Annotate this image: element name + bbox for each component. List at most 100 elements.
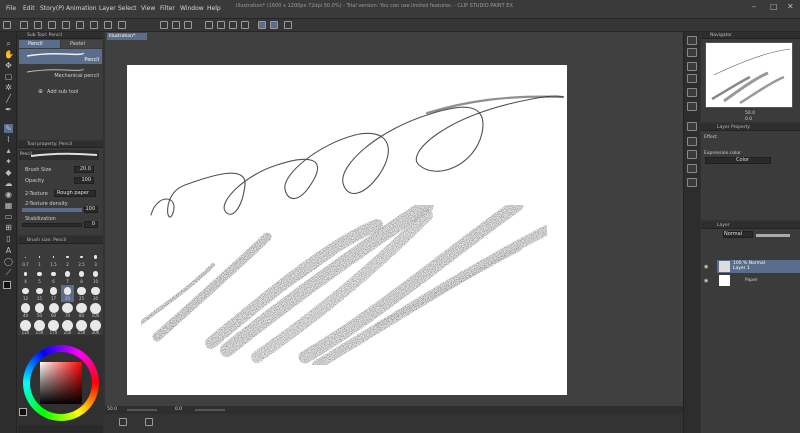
brush-size-option[interactable]: 6 (47, 268, 60, 285)
copy-icon[interactable] (62, 21, 70, 29)
brush-size-option[interactable]: 20 (61, 285, 74, 302)
pen-icon[interactable]: ✒ (4, 105, 13, 114)
hand-icon[interactable]: ✋ (4, 50, 14, 59)
rotate-readout[interactable]: 0.0 (175, 407, 182, 412)
brush-size-option[interactable]: 0.7 (19, 251, 32, 268)
opacity-field[interactable]: 100 (74, 177, 94, 184)
rotate-icon[interactable] (184, 21, 192, 29)
figure-icon[interactable]: ▭ (4, 212, 13, 221)
brush-size-option[interactable]: 5 (33, 268, 46, 285)
layout-icon[interactable] (145, 418, 153, 426)
eye-icon-paper[interactable]: ◉ (704, 278, 708, 284)
gradient-icon[interactable]: ▦ (4, 201, 13, 210)
saturation-value-square[interactable] (40, 362, 82, 404)
cut-icon[interactable] (90, 21, 98, 29)
eraser-icon[interactable]: ◆ (4, 168, 13, 177)
brush-size-option[interactable]: 17 (47, 285, 60, 302)
invert-icon[interactable] (229, 21, 237, 29)
menu-view[interactable]: View (141, 5, 155, 12)
clear-icon[interactable] (104, 21, 112, 29)
brush-icon[interactable]: ⌇ (4, 135, 13, 144)
brush-size-option[interactable]: 2 (61, 251, 74, 268)
brush-size-option[interactable]: 40 (19, 302, 32, 319)
brush-size-option[interactable]: 60 (47, 302, 60, 319)
rotate-slider[interactable] (195, 409, 225, 411)
stabilization-field[interactable]: 0 (84, 221, 98, 228)
frame-icon[interactable]: ⊞ (4, 223, 13, 232)
brush-size-option[interactable]: 7 (61, 268, 74, 285)
brush-size-option[interactable]: 1 (33, 251, 46, 268)
blend-mode-select[interactable]: Normal (723, 231, 753, 238)
save-icon[interactable] (48, 21, 56, 29)
navigator-preview[interactable] (705, 42, 793, 108)
navigator-zoom[interactable]: 50.0 (745, 111, 755, 116)
layer-row-paper[interactable]: Paper (717, 274, 800, 287)
brush-size-option[interactable]: 4 (19, 268, 32, 285)
crop-icon[interactable] (241, 21, 249, 29)
deselect-icon[interactable] (217, 21, 225, 29)
brush-size-option[interactable]: 1.5 (47, 251, 60, 268)
brush-size-option[interactable]: 30 (89, 285, 102, 302)
texture-density-field[interactable]: 100 (84, 206, 98, 213)
close-icon[interactable]: ✕ (787, 2, 794, 11)
panel-e-icon[interactable] (687, 178, 697, 187)
move-icon[interactable]: ✥ (4, 61, 13, 70)
eyedropper-icon[interactable]: ╱ (4, 94, 13, 103)
brush-size-option[interactable]: 170 (47, 319, 60, 336)
magic-wand-icon[interactable]: ✲ (4, 83, 13, 92)
brush-size-option[interactable]: 50 (33, 302, 46, 319)
color-main-swatch[interactable] (19, 408, 27, 416)
menu-story[interactable]: Story(P) (40, 5, 64, 12)
brush-size-option[interactable]: 300 (89, 319, 102, 336)
balloon-icon[interactable]: ◯ (4, 257, 13, 266)
snap-special-icon[interactable] (270, 21, 278, 29)
minimize-icon[interactable]: – (752, 2, 756, 11)
material-icon[interactable] (687, 62, 697, 71)
blend-icon[interactable]: ☁ (4, 179, 13, 188)
menu-help[interactable]: Help (207, 5, 221, 12)
transform-icon[interactable] (205, 21, 213, 29)
text-icon[interactable]: A (4, 246, 13, 255)
menu-window[interactable]: Window (180, 5, 204, 12)
correct-line-icon[interactable]: ⟋ (4, 268, 13, 277)
menu-layer[interactable]: Layer (99, 5, 116, 12)
panel-b-icon[interactable] (687, 137, 697, 146)
brush-size-option[interactable]: 80 (75, 302, 88, 319)
brush-size-option[interactable]: 2.5 (75, 251, 88, 268)
add-sub-tool-button[interactable]: ⊕ Add sub tool (38, 88, 98, 96)
tab-pastel[interactable]: Pastel (61, 40, 102, 48)
texture-select[interactable]: Rough paper (54, 190, 96, 197)
layer-opacity-slider[interactable] (756, 234, 790, 237)
brush-size-option[interactable]: 10 (89, 268, 102, 285)
main-color-swatch[interactable] (3, 281, 11, 289)
zoom-slider[interactable] (127, 409, 157, 411)
sub-tool-item-pencil[interactable]: Pencil (19, 49, 102, 64)
tab-pencil[interactable]: Pencil (19, 40, 60, 48)
brush-size-option[interactable]: 15 (33, 285, 46, 302)
menu-select[interactable]: Select (118, 5, 137, 12)
zoom-readout[interactable]: 50.0 (107, 407, 117, 412)
snap-ruler-icon[interactable] (258, 21, 266, 29)
expression-color-select[interactable]: Color (705, 157, 771, 164)
maximize-icon[interactable]: □ (770, 2, 778, 11)
brush-size-option[interactable]: 150 (33, 319, 46, 336)
brush-size-option[interactable]: 25 (75, 285, 88, 302)
panel-c-icon[interactable] (687, 150, 697, 159)
menu-file[interactable]: File (6, 5, 16, 12)
snap-grid-icon[interactable] (284, 21, 292, 29)
search-icon[interactable] (687, 36, 697, 45)
brush-size-option[interactable]: 250 (75, 319, 88, 336)
texture-density-slider[interactable] (22, 208, 82, 212)
fit-icon[interactable] (119, 418, 127, 426)
brush-size-option[interactable]: 120 (19, 319, 32, 336)
brush-size-field[interactable]: 20.0 (74, 166, 94, 173)
airbrush-icon[interactable]: ▴ (4, 146, 13, 155)
fill-icon[interactable] (118, 21, 126, 29)
reset-icon[interactable] (687, 48, 697, 57)
paste-icon[interactable] (76, 21, 84, 29)
canvas-tab[interactable]: Illustration* (107, 33, 147, 40)
open-icon[interactable] (34, 21, 42, 29)
canvas-paper[interactable] (127, 65, 567, 395)
redo-icon[interactable] (172, 21, 180, 29)
object-icon[interactable] (687, 102, 697, 111)
